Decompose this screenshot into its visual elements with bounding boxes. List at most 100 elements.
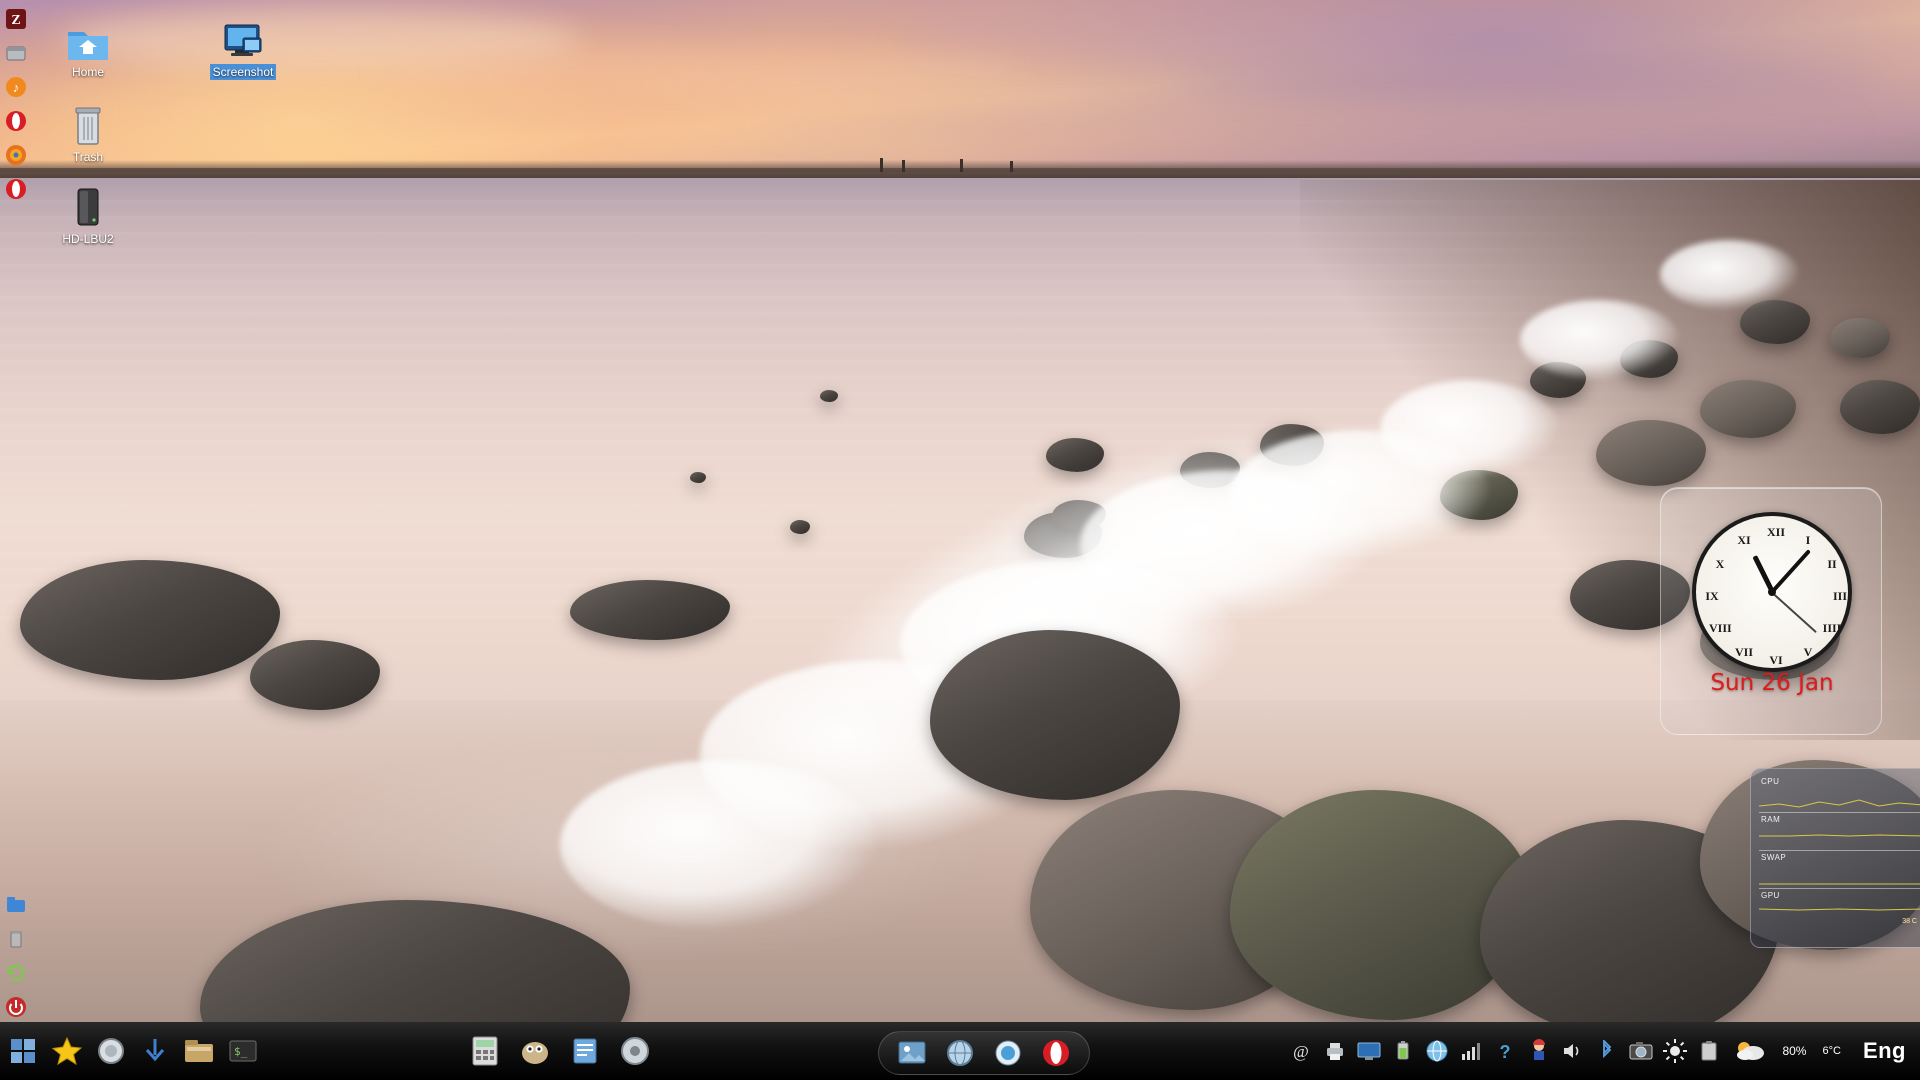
cloud-shape [760, 110, 1860, 140]
taskbar-left-group[interactable]: $_ [0, 1022, 262, 1080]
rock [820, 390, 838, 402]
clock-numeral: IX [1701, 589, 1723, 604]
palm-tree [960, 159, 963, 172]
battery-monitor-icon[interactable] [1390, 1036, 1416, 1066]
camera-icon[interactable] [1628, 1036, 1654, 1066]
desktop-icon-label: HD-LBU2 [59, 231, 116, 247]
opera-browser-icon[interactable] [1037, 1031, 1075, 1075]
gpu-temperature-value: 38 C [1902, 918, 1917, 925]
desktop-icon-label: Trash [70, 149, 106, 165]
clock-numeral: XII [1765, 525, 1787, 540]
download-arrow-icon[interactable] [136, 1029, 174, 1073]
clock-numeral: II [1821, 557, 1843, 572]
ram-graph [1759, 822, 1920, 848]
desktop-icon-home[interactable]: Home [45, 18, 131, 80]
clipboard-icon[interactable] [1696, 1036, 1722, 1066]
rock-foreground [250, 640, 380, 710]
swap-graph [1759, 860, 1920, 886]
battery-percentage-label: 80% [1778, 1044, 1810, 1058]
svg-text:Z: Z [11, 13, 20, 28]
clock-numeral: V [1797, 645, 1819, 660]
printer-icon[interactable] [1322, 1036, 1348, 1066]
palm-tree [902, 160, 905, 172]
menu-grid-icon[interactable] [4, 1029, 42, 1073]
brightness-sun-icon[interactable] [1662, 1036, 1688, 1066]
taskbar-system-tray[interactable]: @ ? [1288, 1022, 1916, 1080]
desktop-wallpaper [0, 0, 1920, 1080]
clock-numeral: I [1797, 533, 1819, 548]
help-question-icon[interactable]: ? [1492, 1036, 1518, 1066]
signal-bars-icon[interactable] [1458, 1036, 1484, 1066]
email-at-icon[interactable]: @ [1288, 1036, 1314, 1066]
calculator-icon[interactable] [466, 1029, 504, 1073]
svg-text:?: ? [1500, 1042, 1511, 1062]
clock-widget[interactable]: XII I II III IIII V VI VII VIII IX X XI … [1660, 487, 1882, 735]
desktop-icon-hd-lbu2[interactable]: HD-LBU2 [45, 185, 131, 247]
desktop-icon-label: Home [69, 64, 107, 80]
rock [1830, 318, 1890, 358]
weather-icon[interactable] [1730, 1036, 1770, 1066]
opera-alt-icon[interactable] [1, 174, 31, 204]
gimp-icon[interactable] [516, 1029, 554, 1073]
gpu-graph [1759, 899, 1920, 925]
screenshot-app-icon [200, 18, 286, 62]
game-mario-icon[interactable] [1526, 1036, 1552, 1066]
clock-numeral: XI [1733, 533, 1755, 548]
sea-foam [1380, 380, 1560, 480]
shutdown-icon[interactable] [1, 992, 31, 1022]
edge-launcher-panel[interactable]: Z ♪ [0, 0, 32, 1080]
svg-text:$_: $_ [234, 1045, 248, 1058]
audacity-icon[interactable]: ♪ [1, 72, 31, 102]
svg-text:@: @ [1294, 1042, 1310, 1061]
network-globe-icon[interactable] [1424, 1036, 1450, 1066]
bluetooth-icon[interactable] [1594, 1036, 1620, 1066]
volume-speaker-icon[interactable] [1560, 1036, 1586, 1066]
clock-date-text: Sun 26 Jan [1661, 670, 1883, 696]
system-monitor-widget[interactable]: CPU RAM SWAP GPU 38 C [1750, 768, 1920, 948]
analog-clock-face: XII I II III IIII V VI VII VIII IX X XI [1692, 512, 1852, 672]
media-player-icon[interactable] [616, 1029, 654, 1073]
clock-second-hand [1771, 591, 1817, 632]
rock [1840, 380, 1920, 434]
display-settings-icon[interactable] [1356, 1036, 1382, 1066]
home-folder-icon [45, 18, 131, 62]
keyboard-language-indicator[interactable]: Eng [1853, 1038, 1916, 1064]
terminal-icon[interactable]: $_ [224, 1029, 262, 1073]
rock [1596, 420, 1706, 486]
archive-box-icon[interactable] [1, 38, 31, 68]
file-manager-icon[interactable] [180, 1029, 218, 1073]
file-manager-icon[interactable] [1, 890, 31, 920]
taskbar-dock[interactable] [878, 1031, 1090, 1075]
clock-numeral: VII [1733, 645, 1755, 660]
web-browser-icon[interactable] [941, 1031, 979, 1075]
desktop-icon-screenshot[interactable]: Screenshot [200, 18, 286, 80]
clock-numeral: IIII [1821, 621, 1843, 636]
refresh-icon[interactable] [1, 958, 31, 988]
trash-small-icon[interactable] [1, 924, 31, 954]
rock [690, 472, 706, 483]
text-editor-icon[interactable] [566, 1029, 604, 1073]
opera-icon[interactable] [1, 106, 31, 136]
image-viewer-icon[interactable] [893, 1031, 931, 1075]
rock [1700, 380, 1796, 438]
clock-numeral: VI [1765, 653, 1787, 668]
sea-foam [1520, 300, 1680, 380]
desktop-icon-trash[interactable]: Trash [45, 103, 131, 165]
taskbar-center-group[interactable] [466, 1022, 654, 1080]
sea-foam [1660, 240, 1800, 310]
clock-center-pin [1768, 588, 1776, 596]
cpu-graph [1759, 784, 1920, 810]
cloud-shape [1180, 62, 1880, 102]
cloud-shape [380, 48, 1020, 94]
temperature-label: 6°C [1818, 1045, 1844, 1057]
messenger-icon[interactable] [989, 1031, 1027, 1075]
search-globe-icon[interactable] [92, 1029, 130, 1073]
rock-foreground [20, 560, 280, 680]
zotero-icon[interactable]: Z [1, 4, 31, 34]
monitor-row-swap: SWAP [1759, 851, 1920, 889]
monitor-row-gpu: GPU 38 C [1759, 889, 1920, 927]
firefox-icon[interactable] [1, 140, 31, 170]
favorites-star-icon[interactable] [48, 1029, 86, 1073]
palm-tree [1010, 161, 1013, 172]
taskbar[interactable]: $_ [0, 1022, 1920, 1080]
